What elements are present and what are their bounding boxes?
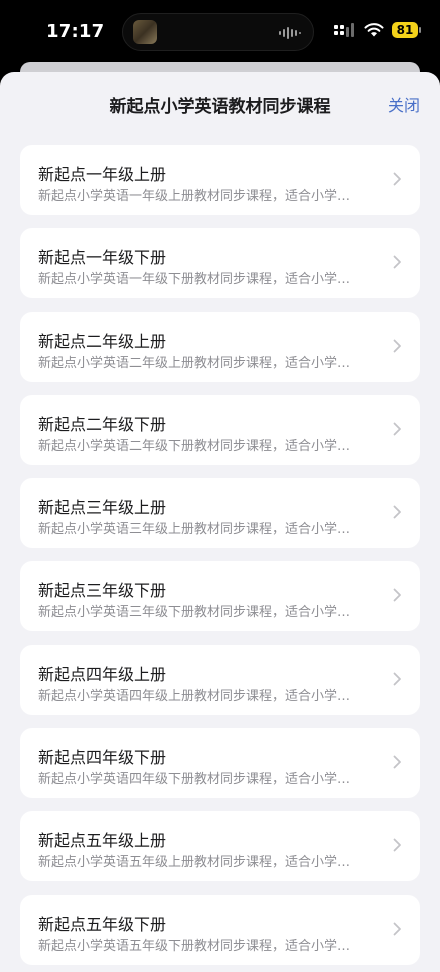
course-card[interactable]: 新起点四年级下册 新起点小学英语四年级下册教材同步课程，适合小学… — [20, 728, 420, 799]
course-list: 新起点一年级上册 新起点小学英语一年级上册教材同步课程，适合小学… 新起点一年级… — [20, 145, 420, 972]
course-card[interactable]: 新起点四年级上册 新起点小学英语四年级上册教材同步课程，适合小学… — [20, 644, 420, 715]
dynamic-island[interactable] — [122, 13, 314, 51]
course-description: 新起点小学英语一年级下册教材同步课程，适合小学… — [38, 272, 350, 288]
signal-bars-icon — [334, 23, 354, 37]
course-title: 新起点三年级下册 — [38, 581, 167, 601]
chevron-right-icon — [393, 422, 401, 436]
course-description: 新起点小学英语一年级上册教材同步课程，适合小学… — [38, 189, 350, 204]
course-card[interactable]: 新起点一年级下册 新起点小学英语一年级下册教材同步课程，适合小学… — [20, 228, 420, 299]
battery-icon: 81 — [392, 22, 421, 38]
sheet-title: 新起点小学英语教材同步课程 — [109, 97, 331, 117]
course-description: 新起点小学英语二年级上册教材同步课程，适合小学… — [38, 355, 350, 371]
status-indicators: 81 — [334, 22, 421, 38]
course-card[interactable]: 新起点五年级下册 新起点小学英语五年级下册教材同步课程，适合小学… — [20, 894, 420, 965]
chevron-right-icon — [393, 589, 401, 602]
course-card[interactable]: 新起点三年级下册 新起点小学英语三年级下册教材同步课程，适合小学… — [20, 561, 420, 632]
audio-waveform-icon — [279, 27, 301, 39]
course-sheet: 新起点小学英语教材同步课程 关闭 新起点一年级上册 新起点小学英语一年级上册教材… — [0, 72, 440, 972]
course-title: 新起点一年级上册 — [38, 165, 167, 184]
wifi-icon — [364, 23, 384, 37]
chevron-right-icon — [393, 339, 401, 352]
course-title: 新起点四年级下册 — [38, 748, 167, 768]
status-bar: 17:17 81 — [0, 0, 440, 64]
chevron-right-icon — [393, 838, 401, 852]
course-description: 新起点小学英语四年级下册教材同步课程，适合小学… — [38, 772, 350, 788]
status-time: 17:17 — [46, 21, 105, 42]
now-playing-artwork-icon — [133, 20, 157, 44]
course-title: 新起点二年级下册 — [38, 414, 167, 434]
course-card[interactable]: 新起点一年级上册 新起点小学英语一年级上册教材同步课程，适合小学… — [20, 145, 420, 215]
battery-level: 81 — [396, 23, 414, 37]
course-title: 新起点二年级上册 — [38, 331, 167, 351]
course-description: 新起点小学英语二年级下册教材同步课程，适合小学… — [38, 438, 350, 454]
course-title: 新起点五年级下册 — [38, 914, 167, 934]
chevron-right-icon — [393, 672, 401, 686]
course-title: 新起点四年级上册 — [38, 664, 167, 684]
course-description: 新起点小学英语五年级上册教材同步课程，适合小学… — [38, 855, 350, 871]
course-card[interactable]: 新起点二年级下册 新起点小学英语二年级下册教材同步课程，适合小学… — [20, 394, 420, 465]
chevron-right-icon — [393, 755, 401, 769]
chevron-right-icon — [393, 922, 401, 936]
course-card[interactable]: 新起点二年级上册 新起点小学英语二年级上册教材同步课程，适合小学… — [20, 311, 420, 382]
course-description: 新起点小学英语三年级上册教材同步课程，适合小学… — [38, 522, 350, 538]
course-title: 新起点三年级上册 — [38, 498, 167, 518]
course-description: 新起点小学英语四年级上册教材同步课程，适合小学… — [38, 688, 350, 704]
close-button[interactable]: 关闭 — [388, 92, 420, 116]
course-title: 新起点一年级下册 — [38, 248, 167, 268]
chevron-right-icon — [393, 172, 401, 186]
chevron-right-icon — [393, 255, 401, 269]
course-card[interactable]: 新起点五年级上册 新起点小学英语五年级上册教材同步课程，适合小学… — [20, 811, 420, 882]
chevron-right-icon — [393, 505, 401, 519]
course-description: 新起点小学英语五年级下册教材同步课程，适合小学… — [38, 938, 350, 954]
course-title: 新起点五年级上册 — [38, 831, 167, 851]
course-card[interactable]: 新起点三年级上册 新起点小学英语三年级上册教材同步课程，适合小学… — [20, 478, 420, 549]
course-description: 新起点小学英语三年级下册教材同步课程，适合小学… — [38, 605, 350, 621]
